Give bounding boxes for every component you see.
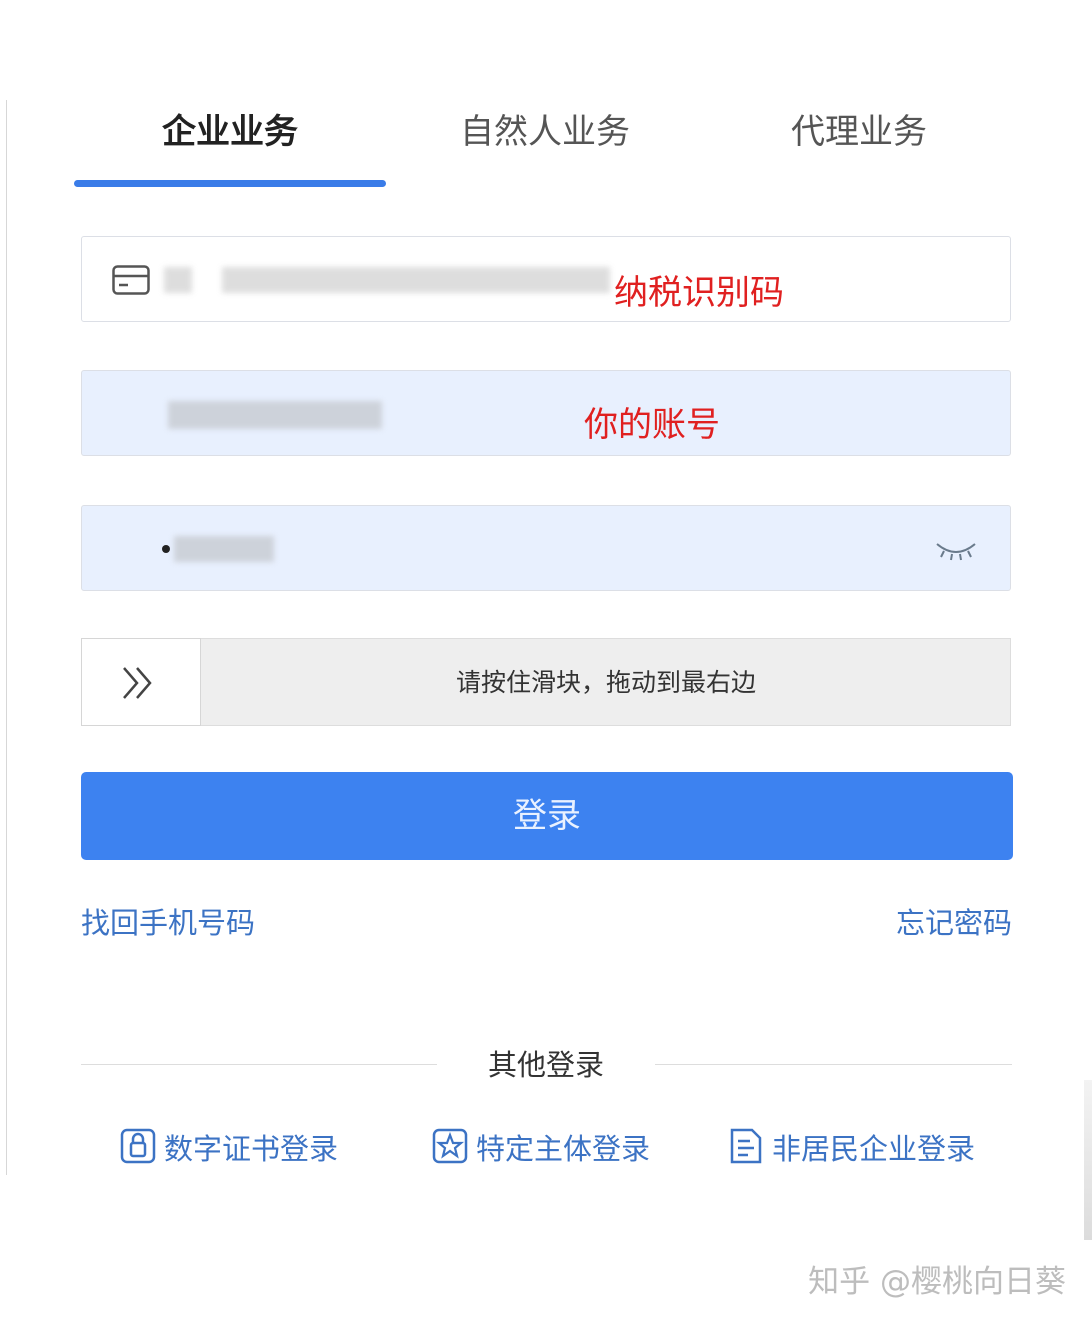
tab-enterprise[interactable]: 企业业务 bbox=[74, 100, 386, 170]
divider-left bbox=[81, 1064, 437, 1065]
redacted-value bbox=[164, 267, 192, 293]
redacted-value bbox=[168, 401, 382, 429]
recover-phone-link[interactable]: 找回手机号码 bbox=[81, 900, 255, 942]
password-input[interactable] bbox=[81, 505, 1011, 591]
slider-instruction: 请按住滑块，拖动到最右边 bbox=[455, 668, 756, 697]
slider-captcha[interactable]: 请按住滑块，拖动到最右边 bbox=[81, 638, 1011, 726]
tax-id-annotation: 纳税识别码 bbox=[614, 273, 784, 313]
login-page: 企业业务 自然人业务 代理业务 纳税识别码 你的账号 请按住滑块，拖动到最右边 … bbox=[0, 0, 1092, 1324]
tab-individual[interactable]: 自然人业务 bbox=[386, 100, 704, 170]
non-resident-login-link[interactable]: 非居民企业登录 bbox=[728, 1124, 998, 1168]
login-button[interactable]: 登录 bbox=[81, 772, 1013, 860]
password-dot bbox=[162, 545, 170, 553]
account-annotation: 你的账号 bbox=[584, 405, 720, 445]
certificate-login-label: 数字证书登录 bbox=[164, 1132, 339, 1166]
business-tabs: 企业业务 自然人业务 代理业务 bbox=[74, 100, 1014, 192]
redacted-value bbox=[174, 536, 274, 562]
star-badge-icon bbox=[432, 1128, 468, 1164]
double-chevron-right-icon bbox=[123, 667, 152, 699]
account-input[interactable]: 你的账号 bbox=[81, 370, 1011, 456]
active-tab-indicator bbox=[74, 180, 386, 187]
tax-id-input[interactable]: 纳税识别码 bbox=[81, 236, 1011, 322]
watermark: 知乎 @樱桃向日葵 bbox=[808, 1264, 1066, 1300]
id-card-icon bbox=[112, 265, 150, 295]
tab-agent[interactable]: 代理业务 bbox=[704, 100, 1014, 170]
specific-entity-login-link[interactable]: 特定主体登录 bbox=[432, 1124, 672, 1168]
certificate-icon bbox=[120, 1128, 156, 1164]
edge-artifact bbox=[1084, 1080, 1092, 1240]
forgot-password-link[interactable]: 忘记密码 bbox=[896, 900, 1012, 942]
other-login-title: 其他登录 bbox=[487, 1048, 604, 1082]
left-border bbox=[6, 100, 7, 1175]
redacted-value bbox=[222, 267, 610, 293]
certificate-login-link[interactable]: 数字证书登录 bbox=[120, 1124, 360, 1168]
eye-closed-icon[interactable] bbox=[934, 538, 978, 562]
document-icon bbox=[730, 1128, 762, 1164]
specific-entity-login-label: 特定主体登录 bbox=[476, 1132, 651, 1166]
non-resident-login-label: 非居民企业登录 bbox=[772, 1132, 976, 1166]
divider-right bbox=[655, 1064, 1012, 1065]
slider-handle[interactable] bbox=[81, 638, 201, 726]
